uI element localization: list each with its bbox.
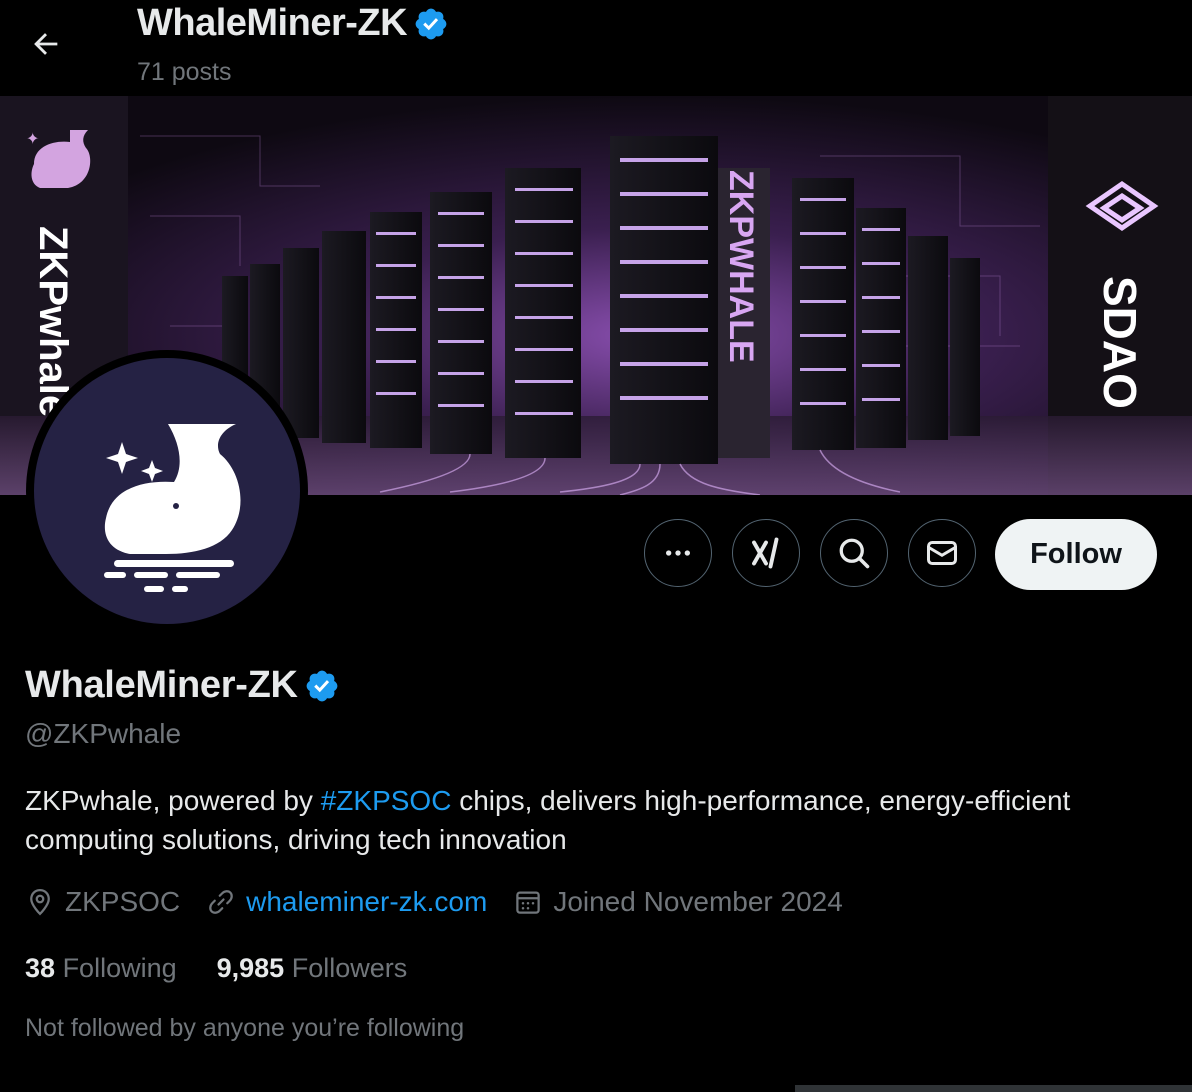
profile-meta: ZKPSOC whaleminer-zk.com Joined November… [25, 886, 869, 918]
following-link[interactable]: 38 Following [25, 953, 177, 984]
following-count: 38 [25, 953, 56, 983]
display-name-row: WhaleMiner-ZK [25, 664, 340, 707]
search-icon [839, 538, 870, 569]
joined-text: Joined November 2024 [553, 886, 843, 917]
location-item: ZKPSOC [25, 886, 180, 918]
header-title-row: WhaleMiner-ZK [137, 2, 449, 45]
mail-icon [927, 541, 957, 565]
header-title: WhaleMiner-ZK [137, 2, 408, 44]
top-header: WhaleMiner-ZK 71 posts [0, 0, 1192, 96]
profile-page: WhaleMiner-ZK 71 posts ✦ ZKPwhale ZKPWHA… [0, 0, 1192, 1092]
avatar-frame[interactable] [26, 350, 308, 632]
more-icon [666, 550, 690, 556]
bio: ZKPwhale, powered by #ZKPSOC chips, deli… [25, 781, 1125, 859]
not-followed-note: Not followed by anyone you’re following [25, 1014, 465, 1042]
banner-center-text: ZKPWHALE [722, 170, 760, 363]
joined-item: Joined November 2024 [513, 886, 843, 918]
followers-count: 9,985 [216, 953, 285, 983]
message-button[interactable] [908, 519, 976, 587]
back-button[interactable] [22, 20, 70, 68]
follow-button[interactable]: Follow [995, 519, 1157, 590]
svg-text:✦: ✦ [26, 129, 39, 148]
website-item: whaleminer-zk.com [206, 886, 487, 918]
verified-badge-icon[interactable] [304, 668, 340, 704]
whale-logo-icon [104, 424, 241, 592]
location-pin-icon [30, 888, 50, 916]
follow-stats: 38 Following 9,985 Followers [25, 953, 447, 984]
calendar-icon [516, 891, 541, 914]
arrow-left-icon [34, 33, 58, 55]
search-button[interactable] [820, 519, 888, 587]
post-count: 71 posts [137, 58, 232, 86]
location-text: ZKPSOC [65, 886, 181, 917]
followers-label: Followers [291, 953, 408, 983]
user-handle: @ZKPwhale [25, 718, 182, 749]
followers-link[interactable]: 9,985 Followers [217, 953, 408, 984]
bio-text: ZKPwhale, powered by [25, 785, 321, 816]
tab-bar-edge [795, 1085, 1192, 1092]
website-link[interactable]: whaleminer-zk.com [246, 886, 487, 918]
grok-icon [752, 537, 779, 569]
link-icon [209, 890, 233, 914]
following-label: Following [62, 953, 177, 983]
grok-button[interactable] [732, 519, 800, 587]
more-button[interactable] [644, 519, 712, 587]
display-name: WhaleMiner-ZK [25, 664, 298, 706]
avatar [34, 358, 300, 624]
banner-right-text: SDAO [1094, 276, 1146, 409]
bio-hashtag-link[interactable]: #ZKPSOC [321, 785, 452, 816]
verified-badge-icon [415, 8, 447, 39]
